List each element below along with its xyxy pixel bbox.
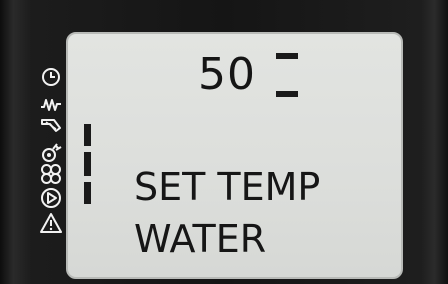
message-line-1: SET TEMP [134, 165, 321, 209]
heater-wave-icon [40, 93, 62, 115]
play-icon [40, 187, 62, 209]
level-bar-middle [84, 152, 91, 176]
clock-icon [40, 66, 62, 88]
bell-alarm-icon [40, 141, 62, 163]
water-tap-icon [40, 116, 62, 138]
fan-icon [40, 163, 62, 185]
temperature-value: 50 [198, 49, 256, 100]
warning-icon [40, 212, 62, 234]
message-line-2: WATER [134, 217, 267, 261]
unit-segment-lower [276, 91, 298, 97]
level-bar-bottom [84, 182, 91, 204]
unit-segment-upper [276, 53, 298, 59]
level-bar-top [84, 124, 91, 146]
